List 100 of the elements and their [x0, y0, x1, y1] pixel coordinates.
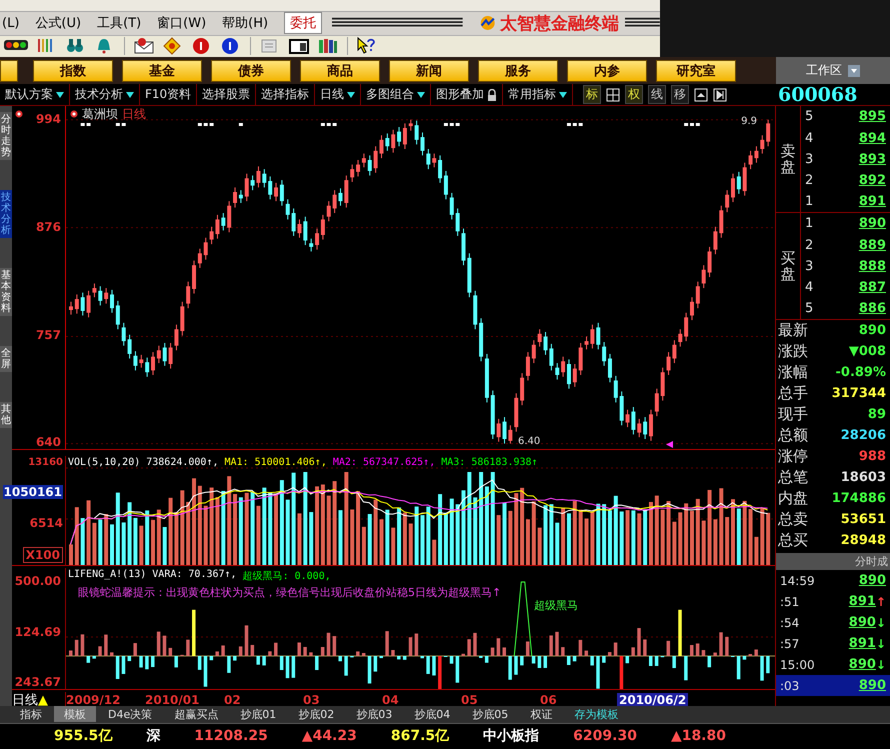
candlestick	[666, 352, 671, 376]
books-icon[interactable]	[318, 37, 338, 56]
disc-icon[interactable]	[221, 37, 241, 56]
tick-arrow: ↓	[876, 636, 886, 651]
candlestick	[227, 200, 232, 233]
level-number: 4	[805, 280, 814, 295]
toggle-button[interactable]: 移	[671, 85, 690, 104]
envelope-icon[interactable]	[134, 37, 154, 56]
sidebar-tab[interactable]: 其他	[0, 402, 12, 428]
template-tab[interactable]: 抄底05	[462, 706, 518, 722]
chart-tab[interactable]: 日线	[315, 84, 362, 106]
menu-item[interactable]: 窗口(W)	[157, 14, 206, 32]
price-value: 893	[858, 152, 886, 167]
nav-button[interactable]	[0, 60, 18, 82]
nav-button[interactable]: 商品	[300, 60, 380, 82]
expand-icon[interactable]	[694, 88, 708, 102]
stat-value: ▼008	[848, 344, 886, 360]
template-tab[interactable]: D4e决策	[98, 706, 162, 722]
indicator-value: LIFENG_A!(13)	[68, 569, 146, 582]
dropdown-icon[interactable]	[848, 64, 860, 77]
dropdown-icon[interactable]	[347, 90, 356, 99]
dropdown-icon[interactable]	[56, 90, 64, 99]
candlestick	[133, 350, 138, 372]
level-number: 1	[805, 194, 814, 210]
tick-price: 890	[848, 615, 876, 630]
date-label: 03	[303, 693, 321, 708]
menu-item[interactable]: 工具(T)	[97, 14, 142, 32]
menu-item[interactable]: 帮助(H)	[222, 14, 268, 32]
indicator-value: VARA: 70.367↑,	[152, 569, 237, 582]
chart-tab[interactable]: F10资料	[140, 84, 198, 106]
nav-button[interactable]: 新闻	[389, 60, 469, 82]
candlestick	[280, 180, 284, 206]
toggle-button[interactable]: 线	[648, 85, 666, 104]
play-icon[interactable]	[713, 88, 728, 102]
sidebar-tab[interactable]: 基本资料	[0, 268, 12, 316]
help-pointer-icon[interactable]	[357, 37, 377, 56]
dropdown-icon[interactable]	[417, 90, 426, 99]
menu-item[interactable]: 公式(U)	[35, 14, 82, 32]
chart-tab[interactable]: 图形叠加	[431, 84, 504, 106]
nav-button[interactable]: 指数	[33, 60, 113, 82]
level-number: 3	[805, 152, 814, 167]
template-tab[interactable]: 抄底02	[288, 706, 344, 722]
tick-row[interactable]: :51 891↑	[776, 591, 890, 612]
sidebar-tab[interactable]: 技术分析	[0, 190, 12, 238]
period-label: 日线	[12, 692, 38, 709]
nav-button[interactable]: 服务	[478, 60, 558, 82]
diamond-icon[interactable]	[163, 37, 183, 56]
tick-row[interactable]: :03 890	[776, 675, 890, 696]
candlestick	[438, 155, 442, 184]
axis-label: 757	[36, 328, 61, 342]
template-tab[interactable]: 权证	[520, 706, 562, 722]
sidebar-tab[interactable]: 全屏	[0, 346, 12, 372]
save-template-link[interactable]: 存为模板	[564, 706, 628, 722]
chart-tab[interactable]: 技术分析	[70, 84, 140, 106]
price-value: 888	[858, 258, 886, 274]
chart-tab[interactable]: 默认方案	[0, 84, 70, 106]
grid-icon[interactable]	[606, 88, 620, 102]
template-tab[interactable]: 抄底01	[230, 706, 286, 722]
sidebar-tab[interactable]: 分时走势	[0, 112, 12, 160]
tick-row[interactable]: 15:00 890↓	[776, 654, 890, 676]
chart-tab[interactable]: 多图组合	[361, 84, 432, 106]
candlestick	[80, 292, 85, 316]
tick-time: :03	[780, 678, 800, 693]
menu-item[interactable]: (L)	[2, 16, 20, 31]
level-number: 5	[805, 109, 814, 124]
order-side-label: 卖盘	[780, 142, 796, 176]
nav-button[interactable]: 债券	[211, 60, 291, 82]
chart-tab[interactable]: 常用指标	[503, 84, 574, 106]
stat-value: 28206	[840, 428, 886, 444]
nav-button[interactable]: 基金	[122, 60, 202, 82]
stat-value: 89	[868, 407, 886, 422]
nav-button[interactable]: 内参	[567, 60, 647, 82]
candlestick	[350, 164, 354, 183]
tick-row[interactable]: 14:59 890	[776, 570, 890, 592]
nav-button[interactable]: 研究室	[656, 60, 736, 82]
tick-price: 891	[848, 594, 876, 610]
template-tab[interactable]: 超赢买点	[164, 706, 228, 722]
lock-icon[interactable]	[487, 88, 498, 101]
template-tab[interactable]: 模板	[54, 706, 96, 722]
dropdown-icon[interactable]	[126, 90, 134, 99]
order-button[interactable]: 委托	[284, 12, 322, 34]
candlestick	[297, 219, 302, 238]
tick-arrow: ↓	[876, 616, 886, 630]
dropdown-icon[interactable]	[559, 90, 568, 99]
tick-row[interactable]: :57 891↓	[776, 633, 890, 654]
tick-row[interactable]: :54 890↓	[776, 612, 890, 634]
candlestick	[122, 322, 126, 346]
chart-tab[interactable]: 选择股票	[197, 84, 256, 106]
chart-tab[interactable]: 选择指标	[256, 84, 316, 106]
disc-icon[interactable]	[192, 37, 212, 56]
template-tab[interactable]: 指标	[10, 706, 52, 722]
template-tab[interactable]: 抄底03	[346, 706, 402, 722]
toggle-button[interactable]: 权	[625, 85, 644, 104]
candlestick	[156, 345, 161, 364]
toggle-button[interactable]: 标	[583, 85, 602, 104]
window-icon[interactable]	[289, 37, 309, 56]
candlestick	[725, 190, 730, 213]
tick-arrow: ↑	[876, 594, 886, 609]
candlestick	[561, 356, 566, 378]
template-tab[interactable]: 抄底04	[404, 706, 460, 722]
